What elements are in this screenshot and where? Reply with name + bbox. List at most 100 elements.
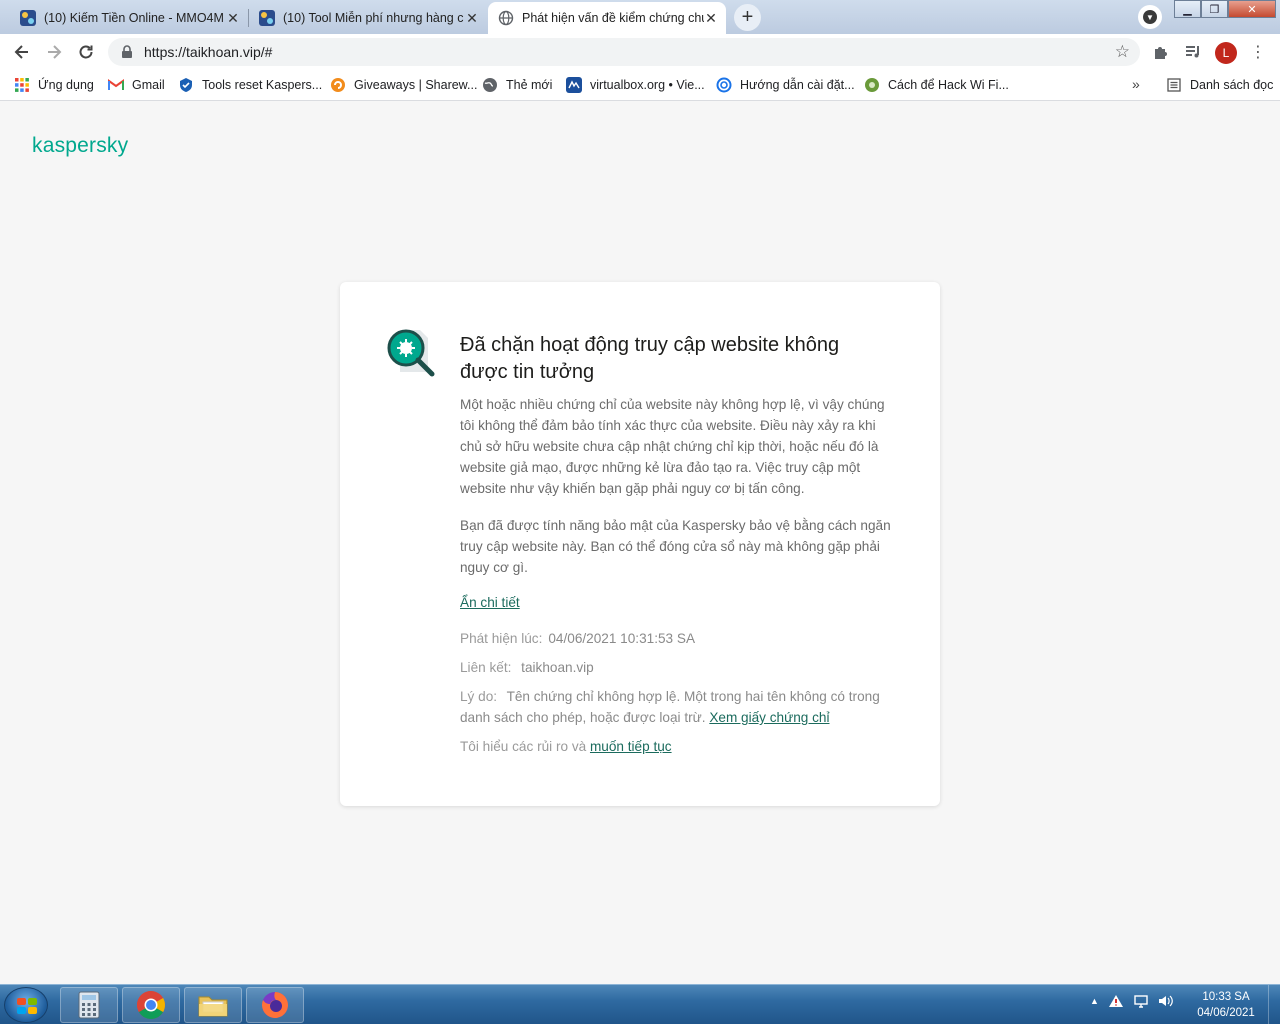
tab-search-button[interactable]: ▼ [1138,5,1162,29]
chrome-icon [137,991,165,1019]
hide-details-link[interactable]: Ẩn chi tiết [460,595,520,610]
taskbar-firefox[interactable] [246,987,304,1023]
reading-list-button[interactable]: Danh sách đọc [1166,76,1273,94]
minimize-button[interactable]: ▁ [1174,0,1201,18]
back-button[interactable] [10,40,34,64]
arrow-left-icon [14,45,28,59]
swirl-icon [716,77,732,93]
tab-close-icon[interactable]: ✕ [226,10,240,27]
bookmark-label: Giveaways | Sharew... [354,78,478,92]
tab-strip: (10) Kiếm Tiền Online - MMO4M ✕ (10) Too… [0,0,1280,34]
continue-anyway-link[interactable]: muốn tiếp tục [590,739,672,754]
bookmarks-bar: Ứng dụng Gmail Tools reset Kaspers... Gi… [0,70,1280,101]
warning-content: Đã chặn hoạt động truy cập website không… [460,332,892,765]
window-controls: ▁ ❐ ✕ [1174,0,1276,18]
threat-magnifier-icon [386,326,438,382]
bookmark-label: Gmail [132,78,165,92]
start-button[interactable] [4,987,48,1023]
taskbar-file-explorer[interactable] [184,987,242,1023]
virtualbox-icon [566,77,582,93]
site-favicon-icon [259,10,275,26]
apps-grid-icon [14,77,30,93]
globe-icon [498,10,514,26]
bookmark-star-icon[interactable]: ☆ [1115,42,1130,62]
tab-close-icon[interactable]: ✕ [465,10,479,27]
profile-avatar[interactable]: L [1215,42,1237,64]
bookmark-virtualbox[interactable]: virtualbox.org • Vie... [566,76,705,94]
bookmark-label: Cách để Hack Wi Fi... [888,78,1009,92]
bookmark-label: Tools reset Kaspers... [202,78,323,92]
reload-icon [79,45,93,59]
shield-icon [178,77,194,93]
browser-toolbar: https://taikhoan.vip/# ☆ L ⋮ [0,34,1280,70]
tab-title: (10) Tool Miễn phí nhưng hàng c [283,11,464,25]
detected-label: Phát hiện lúc: [460,631,543,646]
firefox-icon [262,992,288,1018]
wifi-icon [864,77,880,93]
link-value: taikhoan.vip [521,660,594,675]
bookmark-the-moi[interactable]: Thẻ mới [482,76,552,94]
tab-active-warning[interactable]: Phát hiện vấn đề kiểm chứng chứ ✕ [488,2,726,34]
page-content: kaspersky Đã chặn hoạt động truy cập web… [0,102,1280,982]
system-clock[interactable]: 10:33 SA 04/06/2021 [1188,989,1264,1021]
url-text: https://taikhoan.vip/# [144,44,273,60]
volume-icon[interactable] [1157,993,1173,1012]
kaspersky-logo: kaspersky [32,134,129,157]
reading-list-label: Danh sách đọc [1190,78,1274,92]
action-center-icon[interactable] [1107,993,1125,1012]
bookmark-giveaways[interactable]: Giveaways | Sharew... [330,76,477,94]
media-control-icon[interactable] [1183,42,1203,62]
detected-row: Phát hiện lúc: 04/06/2021 10:31:53 SA [460,628,892,649]
close-window-button[interactable]: ✕ [1228,0,1276,18]
tab-close-icon[interactable]: ✕ [704,10,718,27]
show-desktop-button[interactable] [1268,985,1280,1024]
link-row: Liên kết: taikhoan.vip [460,657,892,678]
explanation-paragraph: Một hoặc nhiều chứng chỉ của website này… [460,397,885,496]
bookmark-label: Hướng dẫn cài đặt... [740,78,855,92]
detected-value: 04/06/2021 10:31:53 SA [548,631,696,646]
reason-row: Lý do: Tên chứng chỉ không hợp lệ. Một t… [460,686,892,728]
windows-taskbar: ▲ 10:33 SA 04/06/2021 [0,984,1280,1024]
details-section: Phát hiện lúc: 04/06/2021 10:31:53 SA Liê… [460,628,892,757]
warning-card: Đã chặn hoạt động truy cập website không… [340,282,940,806]
chevron-down-icon: ▼ [1143,10,1157,24]
tab-kiem-tien[interactable]: (10) Kiếm Tiền Online - MMO4M ✕ [10,2,248,34]
bookmark-gmail[interactable]: Gmail [108,76,165,94]
calculator-icon [78,991,100,1019]
arrow-right-icon [48,45,62,59]
giveaway-icon [330,77,346,93]
tab-tool-mien-phi[interactable]: (10) Tool Miễn phí nhưng hàng c ✕ [249,2,487,34]
system-tray: ▲ [1090,993,1173,1012]
extensions-puzzle-icon[interactable] [1151,42,1171,62]
view-certificate-link[interactable]: Xem giấy chứng chỉ [709,710,829,725]
page-title: Đã chặn hoạt động truy cập website không… [460,334,840,383]
bookmark-label: virtualbox.org • Vie... [590,78,705,92]
tab-title: Phát hiện vấn đề kiểm chứng chứ [522,11,704,25]
taskbar-calculator[interactable] [60,987,118,1023]
link-label: Liên kết: [460,660,512,675]
clock-date: 04/06/2021 [1197,1007,1255,1019]
windows-logo-icon [17,998,37,1014]
new-tab-button[interactable]: + [734,4,761,31]
tray-expand-arrow-icon[interactable]: ▲ [1090,996,1099,1012]
bookmark-label: Ứng dụng [38,78,94,92]
bookmark-apps[interactable]: Ứng dụng [14,76,94,94]
file-explorer-icon [198,996,228,1017]
risk-row: Tôi hiểu các rủi ro và muốn tiếp tục [460,736,892,757]
taskbar-chrome[interactable] [122,987,180,1023]
network-icon[interactable] [1133,993,1149,1012]
reload-button[interactable] [74,40,98,64]
reason-label: Lý do: [460,689,498,704]
globe-icon [482,77,498,93]
site-favicon-icon [20,10,36,26]
address-bar[interactable]: https://taikhoan.vip/# ☆ [108,38,1140,66]
forward-button[interactable] [42,40,66,64]
bookmarks-overflow-button[interactable]: » [1132,76,1140,92]
bookmark-huong-dan[interactable]: Hướng dẫn cài đặt... [716,76,855,94]
bookmark-tools-reset[interactable]: Tools reset Kaspers... [178,76,322,94]
bookmark-hack-wifi[interactable]: Cách để Hack Wi Fi... [864,76,1009,94]
tab-title: (10) Kiếm Tiền Online - MMO4M [44,11,224,25]
maximize-button[interactable]: ❐ [1201,0,1228,18]
protection-paragraph: Bạn đã được tính năng bảo mật của Kasper… [460,518,891,575]
menu-kebab-icon[interactable]: ⋮ [1248,42,1268,62]
